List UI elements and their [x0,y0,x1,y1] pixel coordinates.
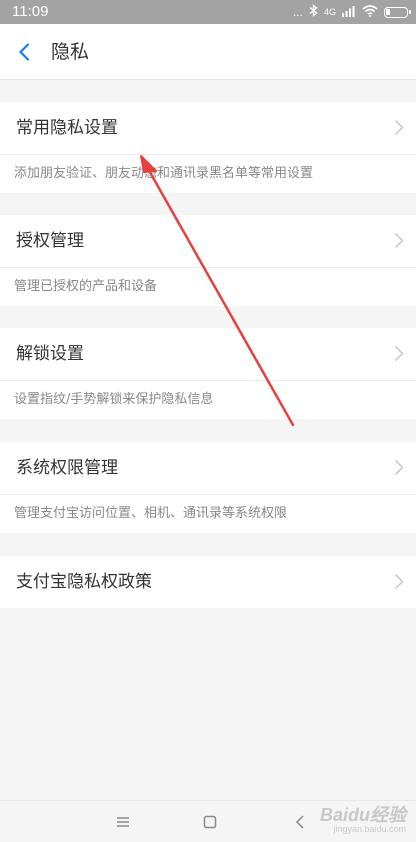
network-label: 4G [323,7,336,17]
row-title: 支付宝隐私权政策 [16,572,152,592]
status-dots: ... [292,5,303,19]
nav-back-button[interactable] [287,809,313,835]
section-system-permissions: 系统权限管理 管理支付宝访问位置、相机、通讯录等系统权限 [0,442,416,533]
section-unlock: 解锁设置 设置指纹/手势解锁来保护隐私信息 [0,328,416,419]
chevron-right-icon [394,119,404,136]
page-title: 隐私 [51,41,90,63]
row-description: 设置指纹/手势解锁来保护隐私信息 [14,392,214,407]
watermark-url: jingyan.baidu.com [333,824,406,834]
row-description: 添加朋友验证、朋友动态和通讯录黑名单等常用设置 [14,166,314,181]
section-authorization: 授权管理 管理已授权的产品和设备 [0,215,416,306]
row-system-permission-management[interactable]: 系统权限管理 [0,442,416,494]
row-authorization-management[interactable]: 授权管理 [0,215,416,267]
row-alipay-privacy-policy[interactable]: 支付宝隐私权政策 [0,556,416,608]
section-common-privacy: 常用隐私设置 添加朋友验证、朋友动态和通讯录黑名单等常用设置 [0,102,416,193]
header: 隐私 [0,24,416,80]
chevron-left-icon [19,43,30,61]
section-privacy-policy: 支付宝隐私权政策 [0,556,416,608]
chevron-right-icon [394,573,404,590]
menu-icon [117,817,129,827]
baidu-jingyan-watermark: Baidu经验 jingyan.baidu.com [320,806,406,835]
row-title: 系统权限管理 [16,458,118,478]
row-unlock-settings[interactable]: 解锁设置 [0,328,416,380]
chevron-right-icon [394,459,404,476]
row-title: 授权管理 [16,231,84,251]
home-square-icon [203,815,217,829]
status-time: 11:09 [12,3,49,20]
row-common-privacy-settings[interactable]: 常用隐私设置 [0,102,416,154]
row-description: 管理已授权的产品和设备 [14,279,158,294]
row-description: 管理支付宝访问位置、相机、通讯录等系统权限 [14,506,288,521]
menu-button[interactable] [110,809,136,835]
status-bar: 11:09 ... 4G [0,0,416,24]
back-button[interactable] [6,32,44,72]
signal-icon [342,5,356,20]
battery-icon [384,6,411,18]
status-icons: ... 4G [292,4,411,20]
battery-level [386,8,390,15]
wifi-icon [362,4,378,20]
row-title: 解锁设置 [16,344,84,364]
chevron-right-icon [394,345,404,362]
row-title: 常用隐私设置 [16,118,118,138]
bluetooth-icon [309,4,318,20]
watermark-brand: Baidu经验 [319,805,406,825]
home-button[interactable] [197,809,223,835]
back-triangle-icon [295,815,304,829]
chevron-right-icon [394,232,404,249]
